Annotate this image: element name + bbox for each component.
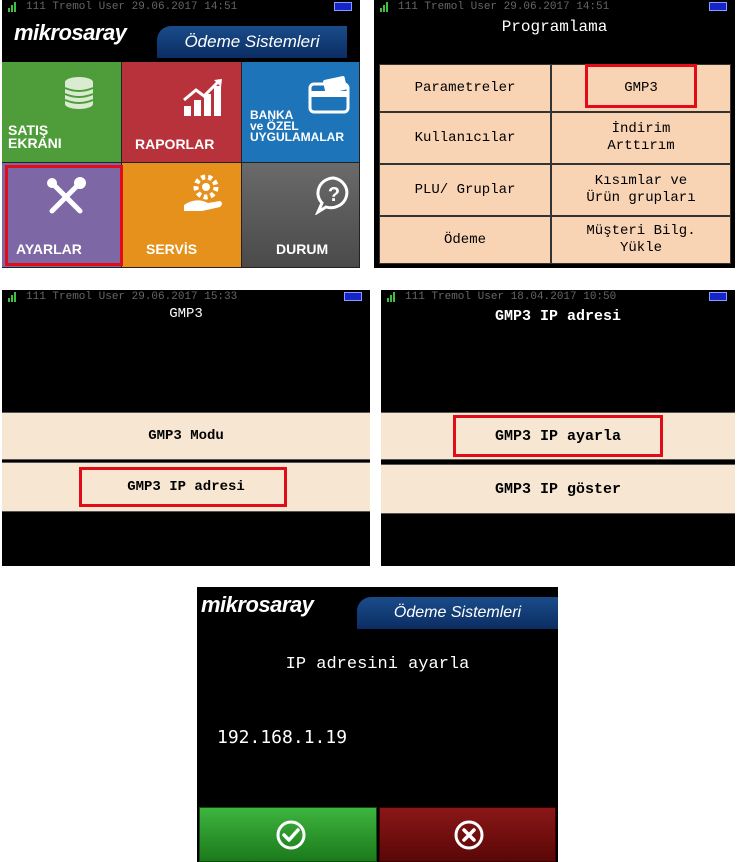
svg-text:?: ? — [328, 184, 340, 206]
highlight-ayarlar — [5, 165, 123, 266]
battery-icon — [344, 292, 362, 301]
cancel-button[interactable] — [379, 807, 556, 862]
programlama-screen: 111 Tremol User 29.06.2017 14:51 Program… — [374, 0, 735, 268]
indirim-arttirim-button[interactable]: İndirim Arttırım — [551, 112, 731, 164]
signal-icon — [387, 292, 395, 302]
status-bar: 111 Tremol User 29.06.2017 14:51 — [2, 0, 360, 16]
musteri-bilg-button[interactable]: Müşteri Bilg. Yükle — [551, 216, 731, 264]
check-circle-icon — [275, 819, 307, 855]
brand-logo: mikrosaray — [201, 592, 314, 617]
ip-address-field[interactable]: 192.168.1.19 — [217, 727, 347, 748]
highlight-gmp3-ip-ayarla — [453, 415, 663, 457]
page-title: IP adresini ayarla — [285, 655, 470, 674]
status-text: 111 Tremol User 29.06.2017 15:33 — [26, 291, 238, 303]
chart-icon — [182, 78, 228, 123]
status-text: 111 Tremol User 29.06.2017 14:51 — [398, 1, 610, 13]
status-text: 111 Tremol User 18.04.2017 10:50 — [405, 291, 617, 303]
highlight-gmp3-ip-adresi — [79, 467, 287, 507]
battery-icon — [709, 2, 727, 11]
gmp3-ip-goster-button[interactable]: GMP3 IP göster — [381, 464, 735, 514]
help-icon: ? — [314, 175, 354, 220]
gmp3-modu-button[interactable]: GMP3 Modu — [2, 412, 370, 460]
confirm-button[interactable] — [199, 807, 377, 862]
signal-icon — [380, 2, 388, 12]
coins-icon — [54, 76, 104, 121]
tile-durum[interactable]: ? DURUM — [242, 163, 360, 268]
tile-label: SATIŞ EKRANI — [8, 122, 62, 151]
tile-satis-ekrani[interactable]: SATIŞ EKRANI — [2, 62, 122, 163]
status-bar: 111 Tremol User 29.06.2017 14:51 — [374, 0, 735, 16]
main-menu-screen: 111 Tremol User 29.06.2017 14:51 mikrosa… — [2, 0, 360, 268]
highlight-gmp3 — [585, 64, 697, 108]
tile-label: RAPORLAR — [135, 136, 215, 152]
brand-tab: Ödeme Sistemleri — [357, 597, 558, 629]
ip-set-screen: mikrosaray Ödeme Sistemleri IP adresini … — [197, 587, 558, 862]
battery-icon — [709, 292, 727, 301]
battery-icon — [334, 2, 352, 11]
tile-servis[interactable]: SERVİS — [122, 163, 242, 268]
signal-icon — [8, 2, 16, 12]
gmp3-ip-adresi-screen: 111 Tremol User 18.04.2017 10:50 GMP3 IP… — [381, 290, 735, 566]
plu-gruplar-button[interactable]: PLU/ Gruplar — [379, 164, 551, 216]
kisimlar-button[interactable]: Kısımlar ve Ürün grupları — [551, 164, 731, 216]
odeme-button[interactable]: Ödeme — [379, 216, 551, 264]
tile-label: SERVİS — [146, 241, 198, 257]
service-icon — [182, 173, 226, 220]
signal-icon — [8, 292, 16, 302]
page-title: GMP3 — [169, 306, 203, 322]
status-bar: 111 Tremol User 18.04.2017 10:50 — [381, 290, 735, 306]
gmp3-screen: 111 Tremol User 29.06.2017 15:33 GMP3 GM… — [2, 290, 370, 566]
page-title: GMP3 IP adresi — [494, 308, 622, 325]
tile-raporlar[interactable]: RAPORLAR — [122, 62, 242, 163]
brand-tab: Ödeme Sistemleri — [157, 26, 347, 58]
tile-label: BANKA ve ÖZEL UYGULAMALAR — [250, 108, 344, 144]
kullanicilar-button[interactable]: Kullanıcılar — [379, 112, 551, 164]
close-circle-icon — [453, 819, 485, 855]
tile-label: DURUM — [276, 241, 329, 257]
parametreler-button[interactable]: Parametreler — [379, 64, 551, 112]
status-bar: 111 Tremol User 29.06.2017 15:33 — [2, 290, 370, 306]
tile-banka[interactable]: BANKA ve ÖZEL UYGULAMALAR — [242, 62, 360, 163]
status-text: 111 Tremol User 29.06.2017 14:51 — [26, 1, 238, 13]
brand-logo: mikrosaray — [14, 20, 127, 45]
page-title: Programlama — [501, 18, 608, 36]
